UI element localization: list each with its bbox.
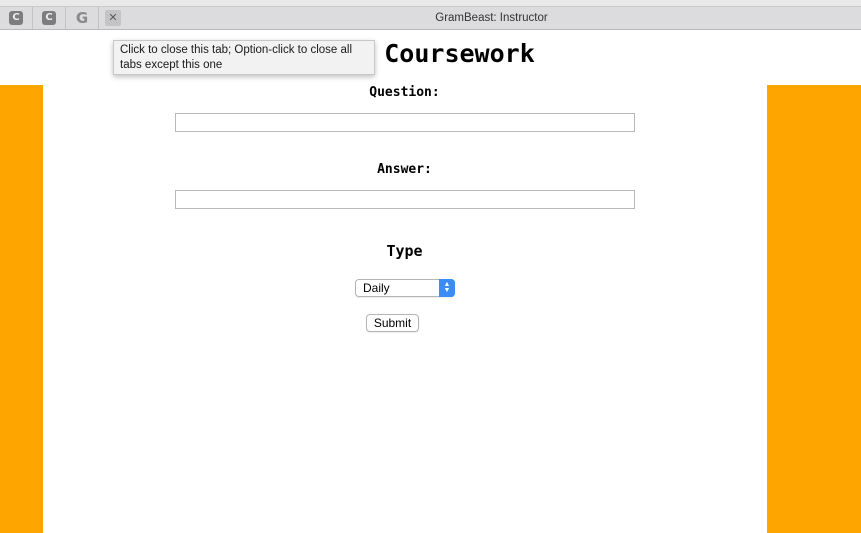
pinned-tab-1[interactable]: C	[0, 7, 33, 29]
select-arrows-icon: ▲ ▼	[439, 279, 455, 297]
answer-input[interactable]	[175, 190, 635, 209]
close-tab-icon[interactable]: ✕	[105, 10, 121, 26]
google-favicon-icon: G	[75, 9, 89, 27]
submit-button[interactable]: Submit	[366, 314, 419, 332]
close-tab-tooltip: Click to close this tab; Option-click to…	[113, 40, 375, 75]
question-label: Question:	[369, 85, 440, 100]
answer-label: Answer:	[377, 162, 432, 177]
type-select[interactable]: Daily ▲ ▼	[355, 279, 455, 297]
type-select-value: Daily	[363, 281, 390, 295]
pinned-tab-3[interactable]: G	[66, 7, 99, 29]
question-input[interactable]	[175, 113, 635, 132]
active-tab-title[interactable]: GramBeast: Instructor	[122, 7, 861, 29]
tab-bar: C C G ✕ GramBeast: Instructor	[0, 0, 861, 30]
c-favicon-icon: C	[42, 11, 56, 25]
tab-bar-top-strip	[0, 0, 861, 7]
type-label: Type	[386, 242, 423, 260]
c-favicon-icon: C	[9, 11, 23, 25]
right-side-bar	[767, 85, 861, 533]
left-side-bar	[0, 85, 43, 533]
pinned-tab-2[interactable]: C	[33, 7, 66, 29]
